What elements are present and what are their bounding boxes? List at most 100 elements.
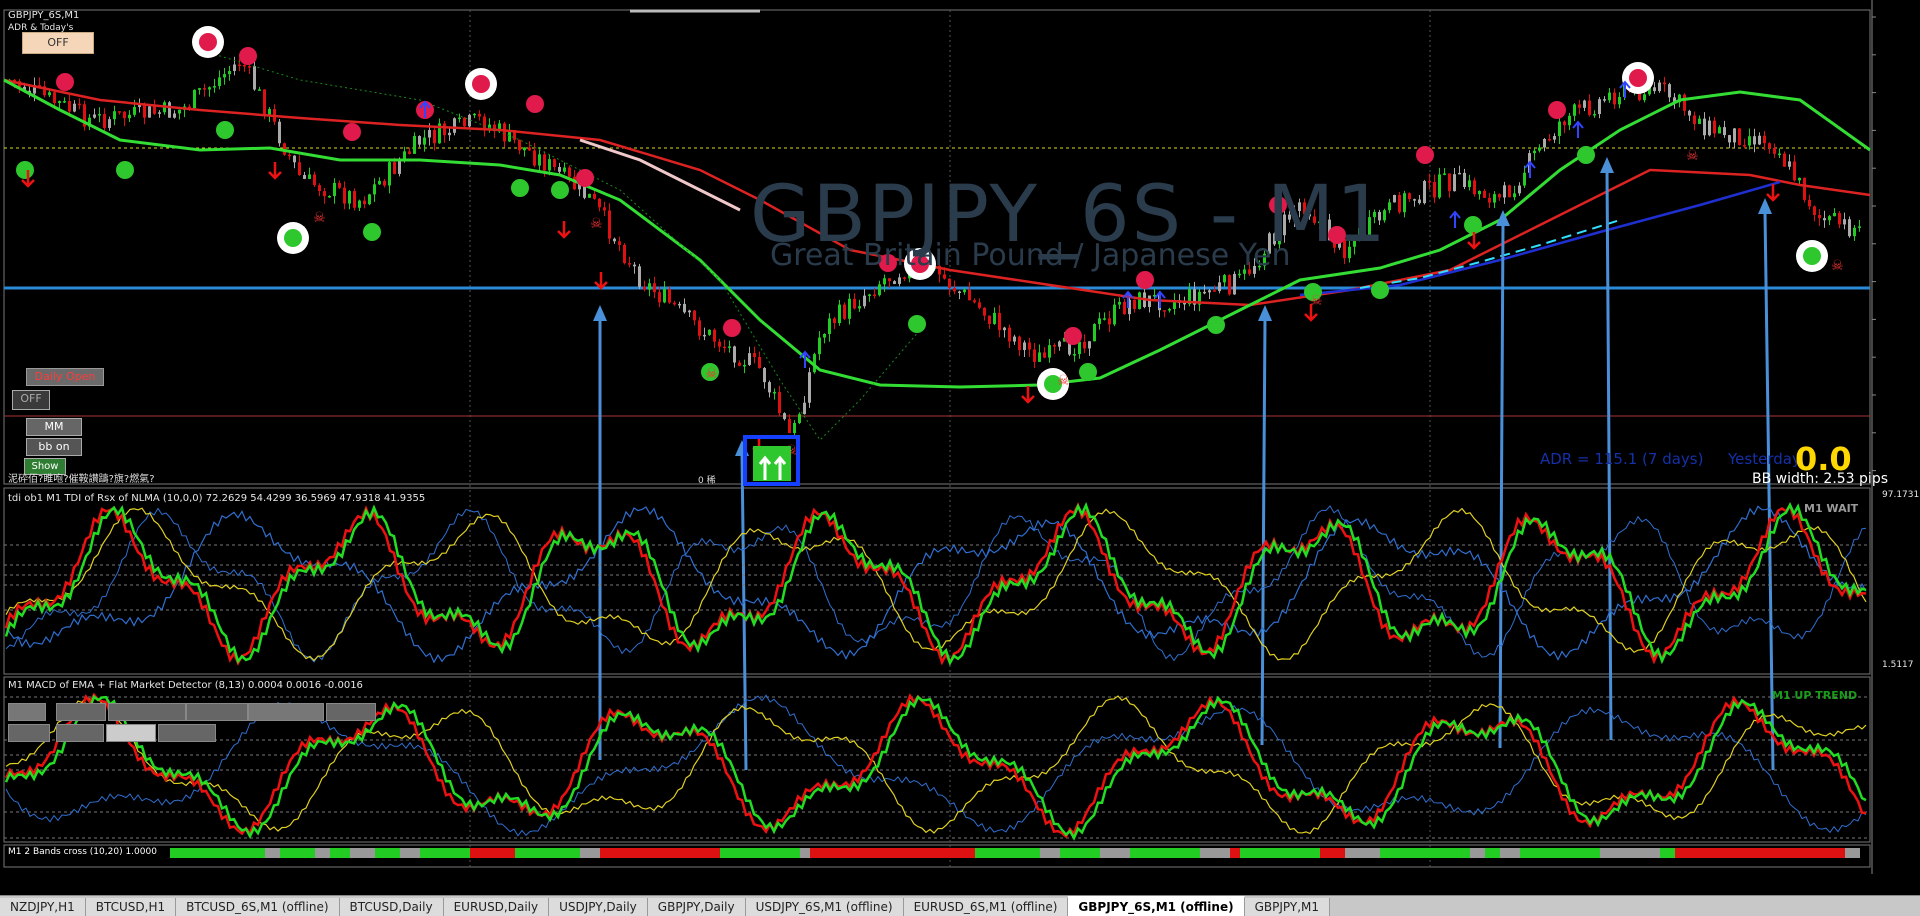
candle-body bbox=[898, 277, 901, 284]
candle-body bbox=[733, 346, 736, 363]
skull-icon: ☠ bbox=[705, 366, 718, 382]
candle-body bbox=[958, 291, 961, 293]
candle-body bbox=[698, 320, 701, 336]
bb-on-button[interactable]: bb on bbox=[26, 438, 82, 456]
candle-body bbox=[1603, 99, 1606, 101]
candle-body bbox=[1023, 342, 1026, 351]
candle-body bbox=[538, 154, 541, 166]
chart-tab[interactable]: NZDJPY,H1 bbox=[0, 898, 86, 916]
candle-body bbox=[1013, 336, 1016, 342]
macd-toggle-button[interactable] bbox=[326, 703, 376, 721]
chart-tab[interactable]: BTCUSD,Daily bbox=[339, 898, 444, 916]
candle-body bbox=[1848, 219, 1851, 237]
candle-body bbox=[613, 238, 616, 242]
candle-body bbox=[1138, 292, 1141, 309]
candle-body bbox=[1803, 177, 1806, 200]
buy-arrow-icon bbox=[1572, 120, 1584, 138]
candle-body bbox=[1048, 345, 1051, 358]
candle-body bbox=[533, 150, 536, 166]
candle-body bbox=[1518, 185, 1521, 194]
candle-body bbox=[1608, 92, 1611, 101]
candle-body bbox=[1818, 215, 1821, 219]
candle-body bbox=[423, 137, 426, 145]
candle-body bbox=[98, 114, 101, 116]
candle-body bbox=[563, 167, 566, 172]
candle-body bbox=[1783, 153, 1786, 167]
candle-body bbox=[728, 346, 731, 348]
candle-body bbox=[1098, 318, 1101, 325]
candle-body bbox=[638, 266, 641, 287]
mm-button[interactable]: MM bbox=[26, 418, 82, 436]
candle-body bbox=[168, 102, 171, 118]
candle-body bbox=[1203, 291, 1206, 294]
candle-body bbox=[598, 198, 601, 208]
candle-body bbox=[1168, 309, 1171, 311]
chart-tab[interactable]: USDJPY,Daily bbox=[549, 898, 648, 916]
candle-body bbox=[1233, 273, 1236, 295]
candle-body bbox=[383, 180, 386, 186]
major-signal-dot bbox=[472, 75, 490, 93]
chart-tab[interactable]: BTCUSD,H1 bbox=[85, 898, 177, 916]
macd-toggle-button[interactable] bbox=[158, 724, 216, 742]
chart-tab[interactable]: GBPJPY_6S,M1 (offline) bbox=[1068, 896, 1245, 916]
macd-toggle-button[interactable] bbox=[56, 724, 104, 742]
bands-segment bbox=[1345, 848, 1380, 858]
macd-toggle-button[interactable] bbox=[8, 724, 50, 742]
chart-window[interactable]: ☠ ☠ ☠ ☠ ☠ ☠ ☠ ☠ GBPJPY_6S,M1 ADR & Today's GBPJ… bbox=[0, 0, 1920, 895]
chart-tab[interactable]: GBPJPY,M1 bbox=[1244, 898, 1330, 916]
sell-arrow-icon bbox=[1021, 386, 1035, 404]
candle-body bbox=[1788, 161, 1791, 167]
chart-tab[interactable]: GBPJPY,Daily bbox=[647, 898, 746, 916]
adr-value: ADR = 115.1 (7 days) bbox=[1540, 450, 1704, 468]
candle-body bbox=[48, 92, 51, 96]
candle-body bbox=[528, 147, 531, 151]
macd-toggle-button[interactable] bbox=[56, 703, 106, 721]
candle-body bbox=[1663, 82, 1666, 85]
daily-open-button[interactable]: Daily Open bbox=[26, 368, 104, 386]
candle-body bbox=[1183, 302, 1186, 305]
off-toggle-button[interactable]: OFF bbox=[22, 32, 94, 54]
macd-toggle-button[interactable] bbox=[106, 724, 156, 742]
candle-body bbox=[543, 154, 546, 171]
candle-body bbox=[1698, 118, 1701, 124]
off-mid-button[interactable]: OFF bbox=[12, 390, 50, 410]
candle-body bbox=[123, 111, 126, 119]
bands-pane-label: M1 2 Bands cross (10,20) 1.0000 bbox=[8, 847, 157, 857]
macd-toggle-button[interactable] bbox=[186, 703, 248, 721]
sell-arrow-icon bbox=[268, 162, 282, 180]
skull-icon: ☠ bbox=[1310, 293, 1323, 309]
macd-toggle-button[interactable] bbox=[8, 703, 46, 721]
macd-toggle-button[interactable] bbox=[108, 703, 186, 721]
candle-body bbox=[903, 277, 906, 279]
candle-body bbox=[988, 315, 991, 324]
chart-tab[interactable]: USDJPY_6S,M1 (offline) bbox=[745, 898, 904, 916]
sell-signal-dot bbox=[576, 169, 594, 187]
candle-body bbox=[248, 66, 251, 68]
candle-body bbox=[368, 194, 371, 205]
chart-tab[interactable]: BTCUSD_6S,M1 (offline) bbox=[176, 898, 340, 916]
chart-tab[interactable]: EURUSD,Daily bbox=[443, 898, 550, 916]
candle-body bbox=[1478, 190, 1481, 195]
candle-body bbox=[1718, 127, 1721, 134]
annotation-arrow-head bbox=[1758, 198, 1772, 214]
macd-toggle-button[interactable] bbox=[248, 703, 324, 721]
candle-body bbox=[978, 302, 981, 308]
chart-canvas[interactable]: ☠ ☠☠☠☠☠☠☠ bbox=[0, 0, 1920, 895]
candle-body bbox=[703, 334, 706, 337]
candle-body bbox=[1493, 194, 1496, 203]
candle-body bbox=[113, 111, 116, 120]
candle-body bbox=[1513, 193, 1516, 198]
candle-body bbox=[323, 191, 326, 197]
candle-body bbox=[1743, 145, 1746, 147]
candle-body bbox=[553, 159, 556, 167]
candle-body bbox=[1018, 336, 1021, 351]
candle-body bbox=[1508, 185, 1511, 198]
candle-body bbox=[58, 101, 61, 103]
bands-segment bbox=[1470, 848, 1485, 858]
candle-body bbox=[673, 302, 676, 305]
candle-body bbox=[1238, 273, 1241, 276]
chart-tab[interactable]: EURUSD_6S,M1 (offline) bbox=[903, 898, 1069, 916]
candle-body bbox=[653, 283, 656, 293]
candle-body bbox=[1423, 181, 1426, 204]
candle-body bbox=[1618, 96, 1621, 105]
